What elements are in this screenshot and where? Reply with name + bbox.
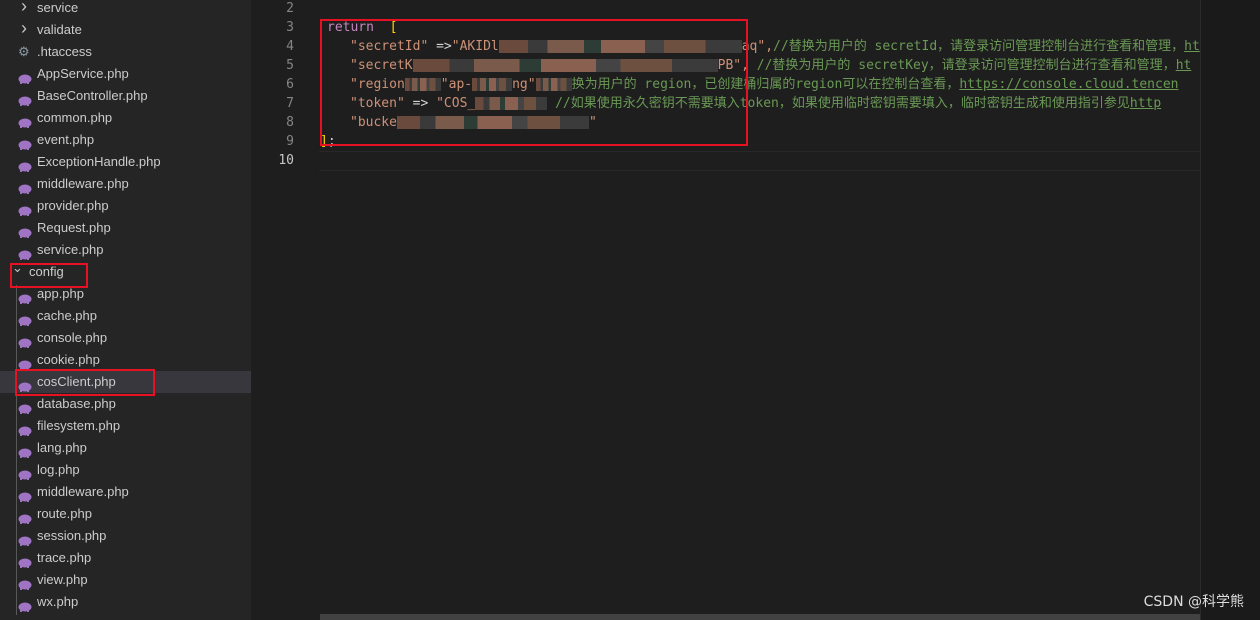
php-elephant-icon	[18, 399, 32, 414]
explorer-item-label: validate	[37, 22, 82, 37]
current-line-highlight	[319, 151, 1201, 171]
explorer-item-appservice-php[interactable]: AppService.php	[0, 63, 251, 85]
explorer-item-trace-php[interactable]: trace.php	[0, 547, 251, 569]
explorer-item-common-php[interactable]: common.php	[0, 107, 251, 129]
explorer-item-database-php[interactable]: database.php	[0, 393, 251, 415]
php-elephant-icon	[18, 157, 32, 172]
chevron-right-icon: ›	[21, 0, 27, 16]
php-elephant-icon	[18, 575, 32, 590]
comment-link[interactable]: ht	[1176, 58, 1192, 73]
explorer-item-label: database.php	[37, 396, 116, 411]
explorer-item-label: BaseController.php	[37, 88, 148, 103]
explorer-item-label: middleware.php	[37, 484, 129, 499]
explorer-sidebar: › service › validate ⚙ .htaccess AppService.ph…	[0, 0, 251, 620]
line-number: 2	[286, 1, 294, 16]
explorer-item-route-php[interactable]: route.php	[0, 503, 251, 525]
explorer-item-middleware-php[interactable]: middleware.php	[0, 173, 251, 195]
line-number: 5	[286, 58, 294, 73]
explorer-item-label: session.php	[37, 528, 107, 543]
explorer-item-cache-php[interactable]: cache.php	[0, 305, 251, 327]
php-elephant-icon	[18, 135, 32, 150]
explorer-item-label: route.php	[37, 506, 92, 521]
php-elephant-icon	[18, 355, 32, 370]
php-elephant-icon	[18, 113, 32, 128]
comment: //替换为用户的 secretId，请登录访问管理控制台进行查看和管理，	[773, 39, 1185, 54]
explorer-item-label: trace.php	[37, 550, 92, 565]
explorer-item-console-php[interactable]: console.php	[0, 327, 251, 349]
highlight-box-code	[320, 19, 748, 146]
explorer-item-log-php[interactable]: log.php	[0, 459, 251, 481]
comment-link[interactable]: http	[1130, 96, 1161, 111]
php-elephant-icon	[18, 289, 32, 304]
php-elephant-icon	[18, 509, 32, 524]
explorer-item-basecontroller-php[interactable]: BaseController.php	[0, 85, 251, 107]
line-number: 9	[286, 134, 294, 149]
highlight-box-config	[10, 263, 88, 288]
explorer-item-label: cookie.php	[37, 352, 100, 367]
php-elephant-icon	[18, 245, 32, 260]
explorer-item-label: ExceptionHandle.php	[37, 154, 161, 169]
explorer-item-label: service.php	[37, 242, 104, 257]
php-elephant-icon	[18, 597, 32, 612]
explorer-item-provider-php[interactable]: provider.php	[0, 195, 251, 217]
line-number: 7	[286, 96, 294, 111]
explorer-item-label: Request.php	[37, 220, 111, 235]
line-number: 10	[278, 153, 294, 168]
minimap[interactable]	[1200, 0, 1260, 620]
php-elephant-icon	[18, 531, 32, 546]
php-elephant-icon	[18, 91, 32, 106]
explorer-item-wx-php[interactable]: wx.php	[0, 591, 251, 613]
explorer-item-label: view.php	[37, 572, 88, 587]
gear-icon: ⚙	[18, 44, 30, 59]
explorer-item-cookie-php[interactable]: cookie.php	[0, 349, 251, 371]
explorer-item-label: .htaccess	[37, 44, 92, 59]
line-number: 3	[286, 20, 294, 35]
comment: //替换为用户的 secretKey，请登录访问管理控制台进行查看和管理，	[748, 58, 1176, 73]
php-elephant-icon	[18, 333, 32, 348]
php-elephant-icon	[18, 179, 32, 194]
explorer-item-request-php[interactable]: Request.php	[0, 217, 251, 239]
php-elephant-icon	[18, 487, 32, 502]
explorer-item-label: lang.php	[37, 440, 87, 455]
explorer-item--htaccess[interactable]: ⚙ .htaccess	[0, 41, 251, 63]
explorer-item-label: AppService.php	[37, 66, 129, 81]
explorer-item-label: middleware.php	[37, 176, 129, 191]
line-number: 4	[286, 39, 294, 54]
explorer-item-label: console.php	[37, 330, 108, 345]
comment-link[interactable]: ht	[1184, 39, 1200, 54]
line-number: 8	[286, 115, 294, 130]
php-elephant-icon	[18, 465, 32, 480]
horizontal-scrollbar[interactable]	[320, 614, 1200, 620]
php-elephant-icon	[18, 421, 32, 436]
explorer-item-exceptionhandle-php[interactable]: ExceptionHandle.php	[0, 151, 251, 173]
explorer-item-session-php[interactable]: session.php	[0, 525, 251, 547]
explorer-item-view-php[interactable]: view.php	[0, 569, 251, 591]
explorer-item-label: filesystem.php	[37, 418, 121, 433]
php-elephant-icon	[18, 311, 32, 326]
comment-link[interactable]: https://console.cloud.tencen	[959, 77, 1178, 92]
highlight-box-cosclient	[15, 369, 155, 396]
explorer-item-filesystem-php[interactable]: filesystem.php	[0, 415, 251, 437]
line-number: 6	[286, 77, 294, 92]
php-elephant-icon	[18, 201, 32, 216]
explorer-item-label: service	[37, 0, 79, 15]
explorer-item-label: cache.php	[37, 308, 97, 323]
explorer-item-lang-php[interactable]: lang.php	[0, 437, 251, 459]
explorer-item-label: log.php	[37, 462, 80, 477]
explorer-item-validate[interactable]: › validate	[0, 18, 251, 41]
explorer-item-label: wx.php	[37, 594, 79, 609]
php-elephant-icon	[18, 223, 32, 238]
watermark: CSDN @科学熊	[1143, 594, 1244, 610]
explorer-item-label: event.php	[37, 132, 95, 147]
explorer-item-label: common.php	[37, 110, 113, 125]
explorer-item-service[interactable]: › service	[0, 0, 251, 19]
php-elephant-icon	[18, 69, 32, 84]
explorer-item-middleware-php[interactable]: middleware.php	[0, 481, 251, 503]
chevron-right-icon: ›	[21, 18, 27, 38]
php-elephant-icon	[18, 553, 32, 568]
explorer-item-event-php[interactable]: event.php	[0, 129, 251, 151]
explorer-item-service-php[interactable]: service.php	[0, 239, 251, 261]
php-elephant-icon	[18, 443, 32, 458]
explorer-item-label: provider.php	[37, 198, 109, 213]
